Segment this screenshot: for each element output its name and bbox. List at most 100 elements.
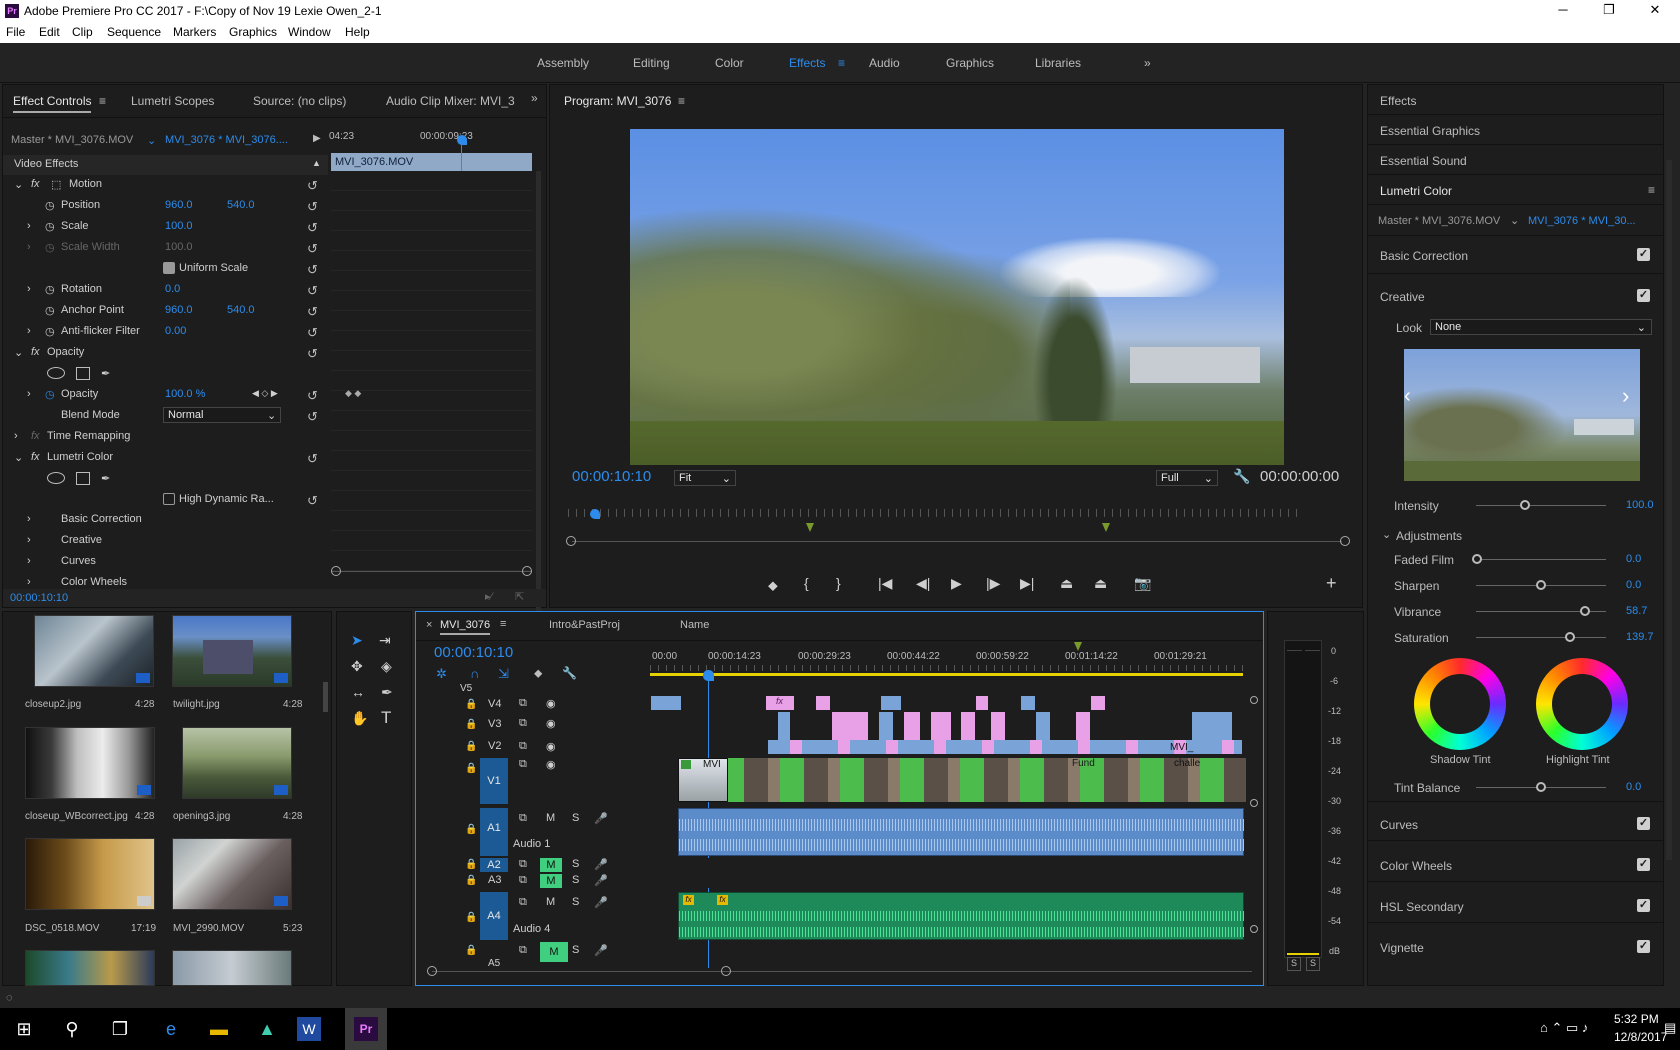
color-wheels-section[interactable]: Color Wheels <box>1380 859 1452 873</box>
adjustments-section[interactable]: Adjustments <box>1396 529 1462 543</box>
v3-clip[interactable] <box>879 712 893 742</box>
v3-clip[interactable] <box>961 712 975 742</box>
v3-clip[interactable] <box>991 712 1005 742</box>
sharpen-value[interactable]: 0.0 <box>1626 579 1641 591</box>
close-sequence-icon[interactable]: × <box>426 619 432 631</box>
clip-selector[interactable]: MVI_3076 * MVI_3076.... <box>165 134 288 146</box>
creative-section[interactable]: Creative <box>1380 290 1425 304</box>
more-tabs-icon[interactable]: » <box>531 91 538 105</box>
photos-app-icon[interactable]: ▲ <box>248 1010 286 1048</box>
intensity-value[interactable]: 100.0 <box>1626 499 1654 511</box>
ws-libraries[interactable]: Libraries <box>1035 56 1081 70</box>
menu-edit[interactable]: Edit <box>39 25 60 39</box>
program-menu-icon[interactable]: ≡ <box>678 94 685 108</box>
thumbnail-closeup2[interactable] <box>34 615 154 687</box>
extract-icon[interactable]: ⏏ <box>1094 575 1107 592</box>
v3-clip[interactable] <box>904 712 920 742</box>
tab-intro-pastproj[interactable]: Intro&PastProj <box>549 619 620 631</box>
thumbnail-dsc-0518[interactable] <box>25 838 155 910</box>
v3-clip[interactable] <box>1076 712 1090 742</box>
anchor-point-row[interactable]: ◷ Anchor Point 960.0 540.0 ↺ <box>3 301 328 321</box>
file-explorer-icon[interactable]: ▬ <box>200 1010 238 1048</box>
color-wheels-checkbox[interactable]: ✓ <box>1637 858 1650 871</box>
project-scrollbar[interactable] <box>323 682 328 712</box>
tab-effect-controls[interactable]: Effect Controls <box>13 94 92 113</box>
vignette-section[interactable]: Vignette <box>1380 941 1424 955</box>
play-clip-icon[interactable]: ▶ <box>313 133 321 144</box>
search-icon[interactable]: ⚲ <box>53 1010 91 1048</box>
pen-tool-icon[interactable]: ✒ <box>381 684 393 701</box>
lumetri-menu-icon[interactable]: ≡ <box>1648 183 1655 197</box>
v4-clip[interactable] <box>1021 696 1035 710</box>
basic-correction-checkbox[interactable]: ✓ <box>1637 248 1650 261</box>
v4-clip[interactable] <box>1091 696 1105 710</box>
slip-tool-icon[interactable]: ↔ <box>351 684 365 700</box>
thumbnail-closeup-wbcorrect[interactable] <box>25 727 155 799</box>
lumetri-scrollbar[interactable] <box>1666 160 1672 860</box>
tray-icons[interactable]: ⌂ ⌃ ▭ ♪ <box>1540 1020 1588 1036</box>
razor-tool-icon[interactable]: ◈ <box>381 658 392 675</box>
hand-tool-icon[interactable]: ✋ <box>351 710 368 727</box>
track-scroll-handle[interactable] <box>1250 696 1258 704</box>
v1-clip-thumbnail[interactable]: MVI <box>678 758 728 802</box>
program-title[interactable]: Program: MVI_3076 <box>564 94 671 108</box>
ws-audio[interactable]: Audio <box>869 56 900 70</box>
panel-effects[interactable]: Effects <box>1380 94 1416 108</box>
clip-dropdown-icon[interactable]: ⌄ <box>147 134 156 147</box>
curves-checkbox[interactable]: ✓ <box>1637 817 1650 830</box>
v3-clip[interactable] <box>778 712 790 742</box>
track-scroll-handle[interactable] <box>1250 925 1258 933</box>
tab-name[interactable]: Name <box>680 619 709 631</box>
minimize-icon[interactable]: ─ <box>1548 2 1578 17</box>
tint-balance-value[interactable]: 0.0 <box>1626 781 1641 793</box>
next-look-icon[interactable]: › <box>1622 383 1640 413</box>
task-view-icon[interactable]: ❐ <box>101 1010 139 1048</box>
ws-assembly[interactable]: Assembly <box>537 56 589 70</box>
go-to-in-icon[interactable]: |◀ <box>878 575 892 592</box>
menu-sequence[interactable]: Sequence <box>107 25 161 39</box>
v3-clip[interactable] <box>1036 712 1050 742</box>
zoom-select[interactable]: Fit ⌄ <box>674 470 736 486</box>
menu-graphics[interactable]: Graphics <box>229 25 277 39</box>
shadow-tint-wheel[interactable] <box>1414 658 1506 750</box>
solo-left-button[interactable]: S <box>1287 957 1301 971</box>
thumbnail-twilight[interactable] <box>172 615 292 687</box>
ws-editing[interactable]: Editing <box>633 56 670 70</box>
scale-row[interactable]: › ◷ Scale 100.0 ↺ <box>3 217 328 237</box>
step-back-icon[interactable]: ◀| <box>916 575 930 592</box>
lumetri-color-row[interactable]: ⌄ fx Lumetri Color ↺ <box>3 448 328 468</box>
timeline-timecode[interactable]: 00:00:10:10 <box>434 644 513 661</box>
sharpen-knob[interactable] <box>1536 580 1546 590</box>
work-area-bar[interactable] <box>650 673 1243 676</box>
notifications-icon[interactable]: ▤ <box>1664 1020 1676 1036</box>
v3-clip[interactable] <box>931 712 951 742</box>
vibrance-knob[interactable] <box>1580 606 1590 616</box>
snap-icon[interactable]: ✲ <box>436 666 447 682</box>
saturation-track[interactable] <box>1476 637 1606 638</box>
intensity-knob[interactable] <box>1520 500 1530 510</box>
vibrance-value[interactable]: 58.7 <box>1626 605 1647 617</box>
highlight-tint-wheel[interactable] <box>1536 658 1628 750</box>
ripple-edit-tool-icon[interactable]: ✥ <box>351 658 363 675</box>
tab-sequence-mvi-3076[interactable]: MVI_3076 <box>440 619 491 635</box>
solo-right-button[interactable]: S <box>1306 957 1320 971</box>
marker-icon[interactable] <box>1102 523 1110 532</box>
thumbnail-opening3[interactable] <box>182 727 292 799</box>
anti-flicker-row[interactable]: › ◷ Anti-flicker Filter 0.00 ↺ <box>3 322 328 342</box>
ec-playhead-icon[interactable] <box>457 135 467 145</box>
rotation-row[interactable]: › ◷ Rotation 0.0 ↺ <box>3 280 328 300</box>
clock-time[interactable]: 5:32 PM <box>1614 1012 1659 1026</box>
basic-correction-section[interactable]: Basic Correction <box>1380 249 1468 263</box>
settings-wrench-icon[interactable]: 🔧 <box>1233 468 1250 485</box>
position-row[interactable]: ◷ Position 960.0 540.0 ↺ <box>3 196 328 216</box>
saturation-knob[interactable] <box>1565 632 1575 642</box>
program-zoom-start[interactable] <box>566 536 576 546</box>
mark-in-icon[interactable]: { <box>804 575 809 591</box>
export-icon[interactable]: ⇱ <box>515 590 524 603</box>
add-button-icon[interactable]: + <box>1326 573 1337 594</box>
menu-markers[interactable]: Markers <box>173 25 216 39</box>
timeline-ruler[interactable] <box>650 665 1243 671</box>
hdr-row[interactable]: High Dynamic Ra... ↺ <box>3 490 328 510</box>
sequence-marker-icon[interactable] <box>1074 642 1082 651</box>
a4-audio-clip[interactable]: fx fx <box>678 892 1245 940</box>
